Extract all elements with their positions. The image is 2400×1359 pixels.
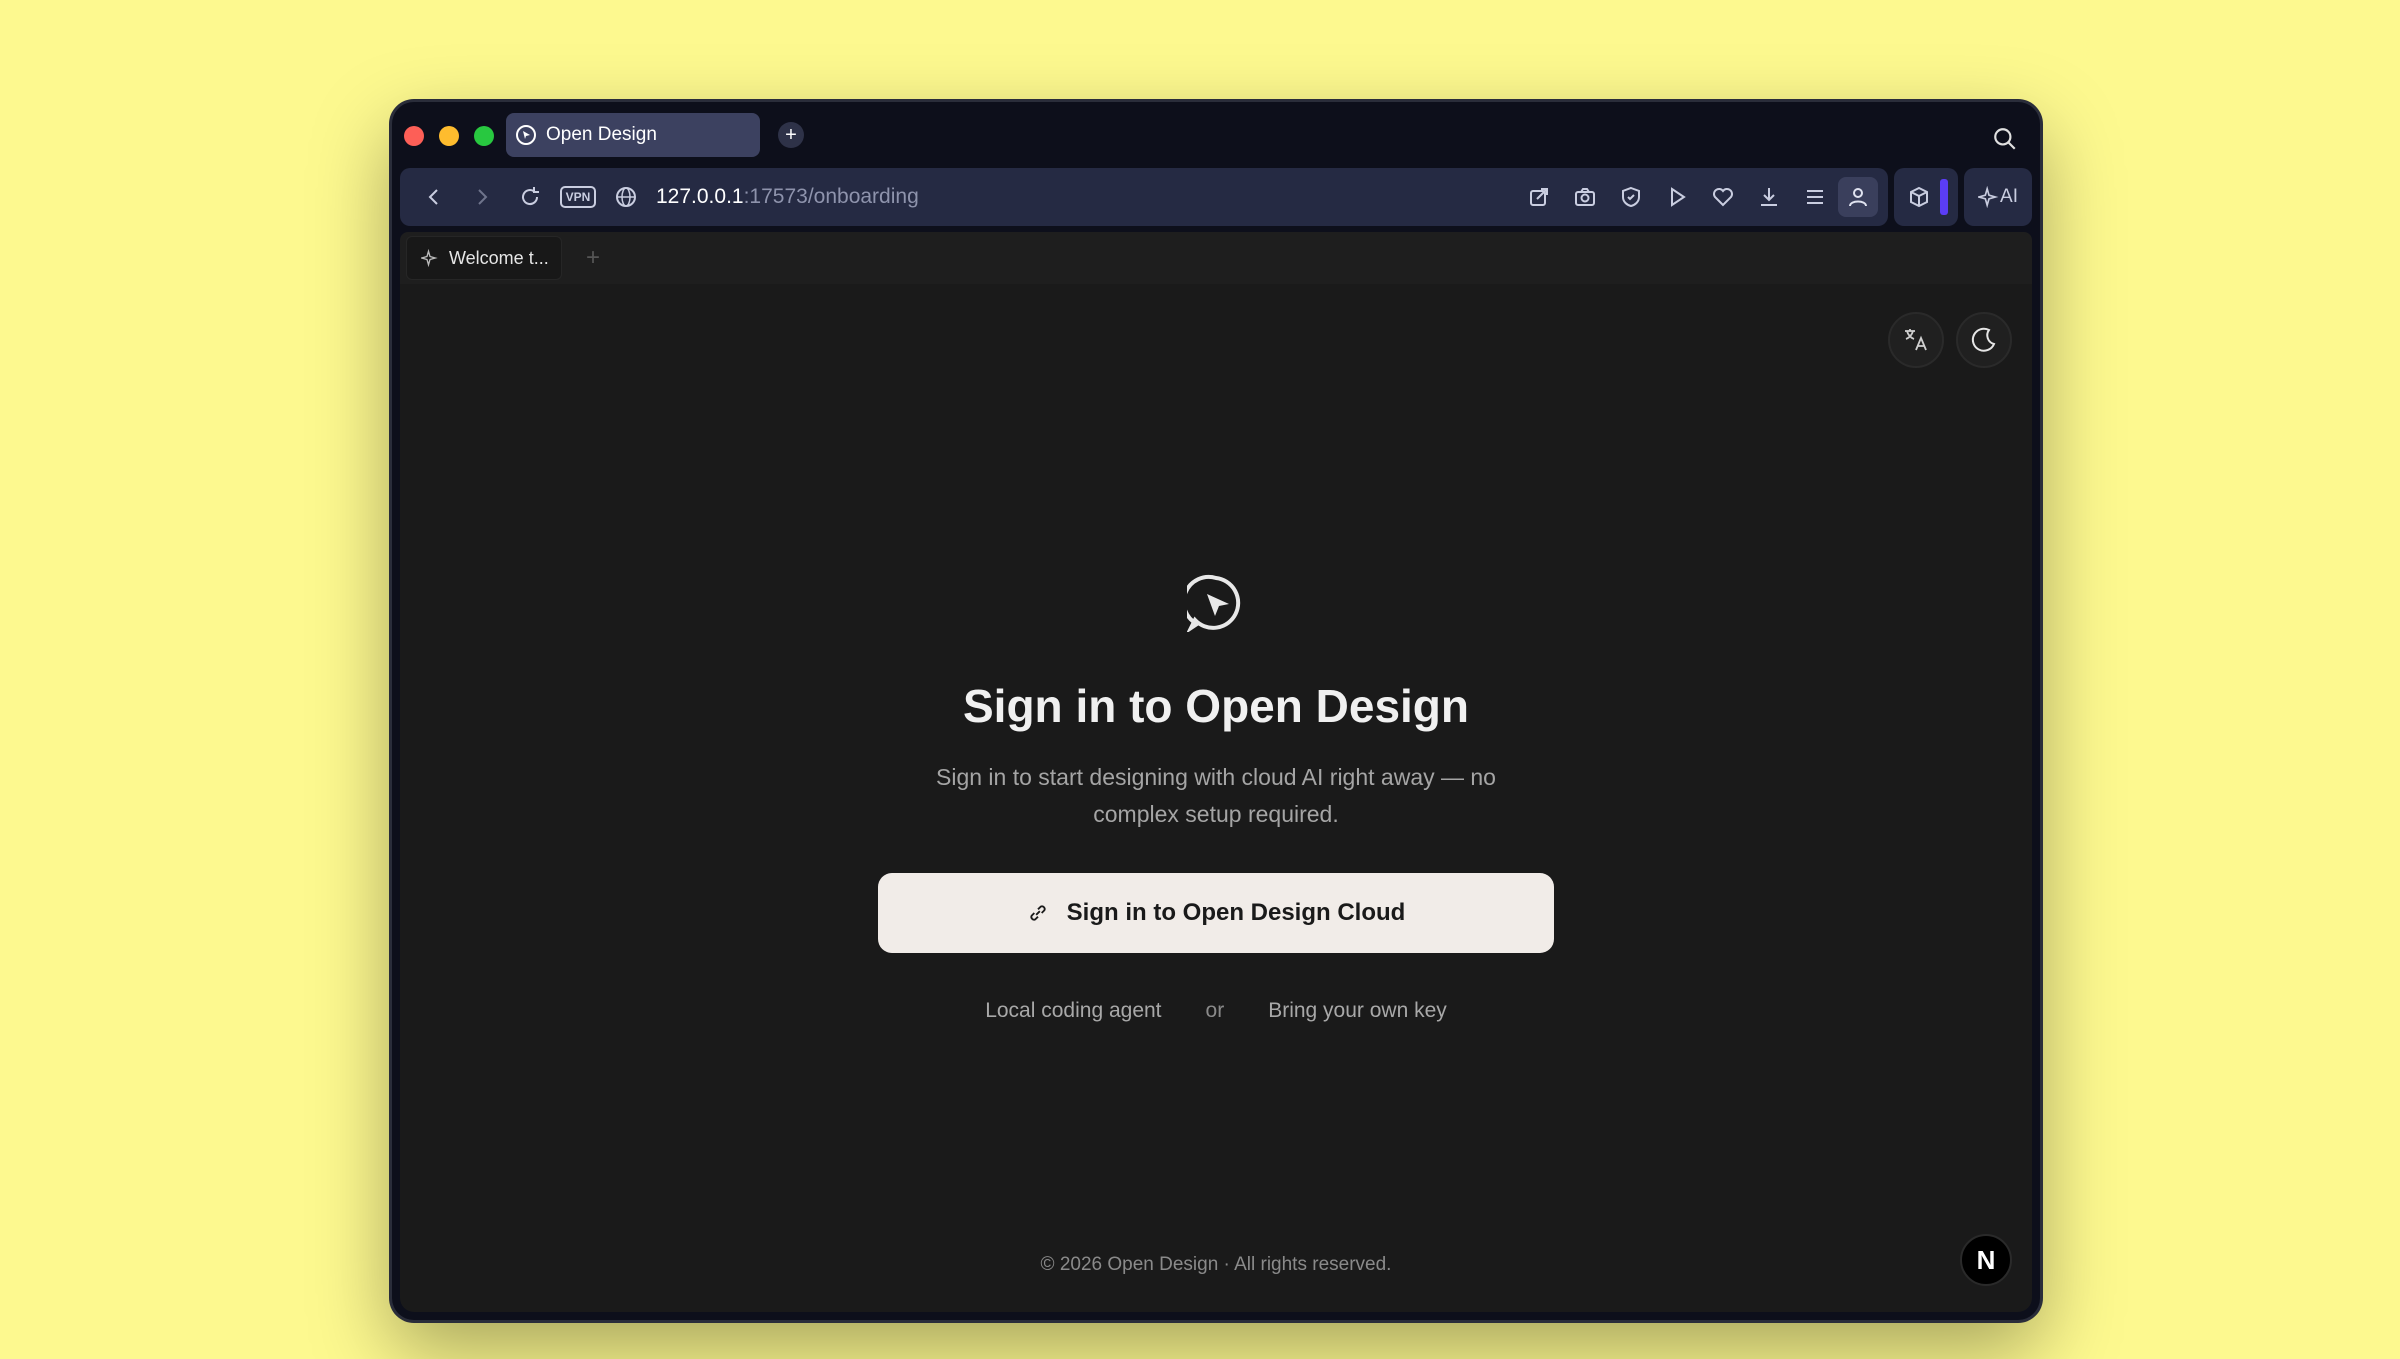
cube-icon[interactable] — [1904, 177, 1934, 217]
title-bar: Open Design + — [392, 102, 2040, 168]
minimize-window-button[interactable] — [439, 126, 459, 146]
extensions-area — [1894, 168, 1959, 226]
bring-your-own-key-link[interactable]: Bring your own key — [1268, 999, 1447, 1023]
welcome-tab[interactable]: Welcome t... — [406, 236, 562, 280]
page-subtitle: Sign in to start designing with cloud AI… — [936, 764, 1496, 827]
page-title: Sign in to Open Design — [963, 680, 1469, 732]
alternative-options: Local coding agent or Bring your own key — [985, 999, 1447, 1023]
address-bar[interactable]: VPN 127.0.0.1:17573/onboarding — [400, 168, 1889, 226]
ai-label: AI — [2000, 186, 2018, 207]
vpn-badge[interactable]: VPN — [554, 177, 602, 217]
heart-icon[interactable] — [1700, 177, 1746, 217]
sign-in-cloud-button[interactable]: Sign in to Open Design Cloud — [878, 873, 1554, 953]
menu-icon[interactable] — [1792, 177, 1838, 217]
extension-indicator — [1940, 179, 1949, 215]
download-icon[interactable] — [1746, 177, 1792, 217]
ai-sparkle-icon — [1978, 186, 1999, 208]
profile-icon[interactable] — [1838, 177, 1879, 217]
ai-button[interactable]: AI — [1964, 168, 2032, 226]
sign-in-panel: Sign in to Open Design Sign in to start … — [400, 574, 2032, 1023]
add-tab-button[interactable]: + — [586, 244, 600, 272]
sparkle-icon — [421, 249, 438, 267]
app-tab-strip: Welcome t... + — [400, 232, 2032, 284]
language-button[interactable] — [1888, 312, 1944, 368]
share-icon[interactable] — [1516, 177, 1562, 217]
local-coding-agent-link[interactable]: Local coding agent — [985, 999, 1161, 1023]
url-text[interactable]: 127.0.0.1:17573/onboarding — [656, 185, 919, 209]
search-icon[interactable] — [1992, 126, 2018, 152]
translate-icon — [1905, 329, 1927, 351]
browser-window: Open Design + VPN 127.0.0.1:17573/onboar… — [392, 102, 2040, 1320]
browser-tab-title: Open Design — [546, 124, 657, 145]
footer-copyright: © 2026 Open Design · All rights reserved… — [1040, 1254, 1392, 1275]
new-tab-button[interactable]: + — [778, 122, 804, 148]
open-design-logo-icon — [1181, 574, 1245, 637]
moon-icon — [1971, 327, 1996, 352]
browser-tab[interactable]: Open Design — [506, 113, 760, 157]
back-icon[interactable] — [410, 177, 458, 217]
play-icon[interactable] — [1654, 177, 1700, 217]
globe-icon[interactable] — [602, 177, 650, 217]
shield-icon[interactable] — [1608, 177, 1654, 217]
toolbar-actions — [1516, 177, 1879, 217]
onboarding-page: Sign in to Open Design Sign in to start … — [400, 284, 2032, 1312]
forward-icon[interactable] — [458, 177, 506, 217]
browser-toolbar: VPN 127.0.0.1:17573/onboarding AI — [400, 168, 2032, 226]
reload-icon[interactable] — [506, 177, 554, 217]
open-design-favicon-icon — [516, 125, 536, 145]
theme-toggle-button[interactable] — [1956, 312, 2012, 368]
close-window-button[interactable] — [404, 126, 424, 146]
sign-in-cloud-label: Sign in to Open Design Cloud — [1066, 899, 1406, 926]
link-icon — [1030, 905, 1046, 921]
welcome-tab-label: Welcome t... — [449, 247, 549, 268]
next-dev-badge[interactable]: N — [1960, 1234, 2012, 1286]
maximize-window-button[interactable] — [474, 126, 494, 146]
or-separator: or — [1205, 999, 1225, 1022]
camera-icon[interactable] — [1562, 177, 1608, 217]
